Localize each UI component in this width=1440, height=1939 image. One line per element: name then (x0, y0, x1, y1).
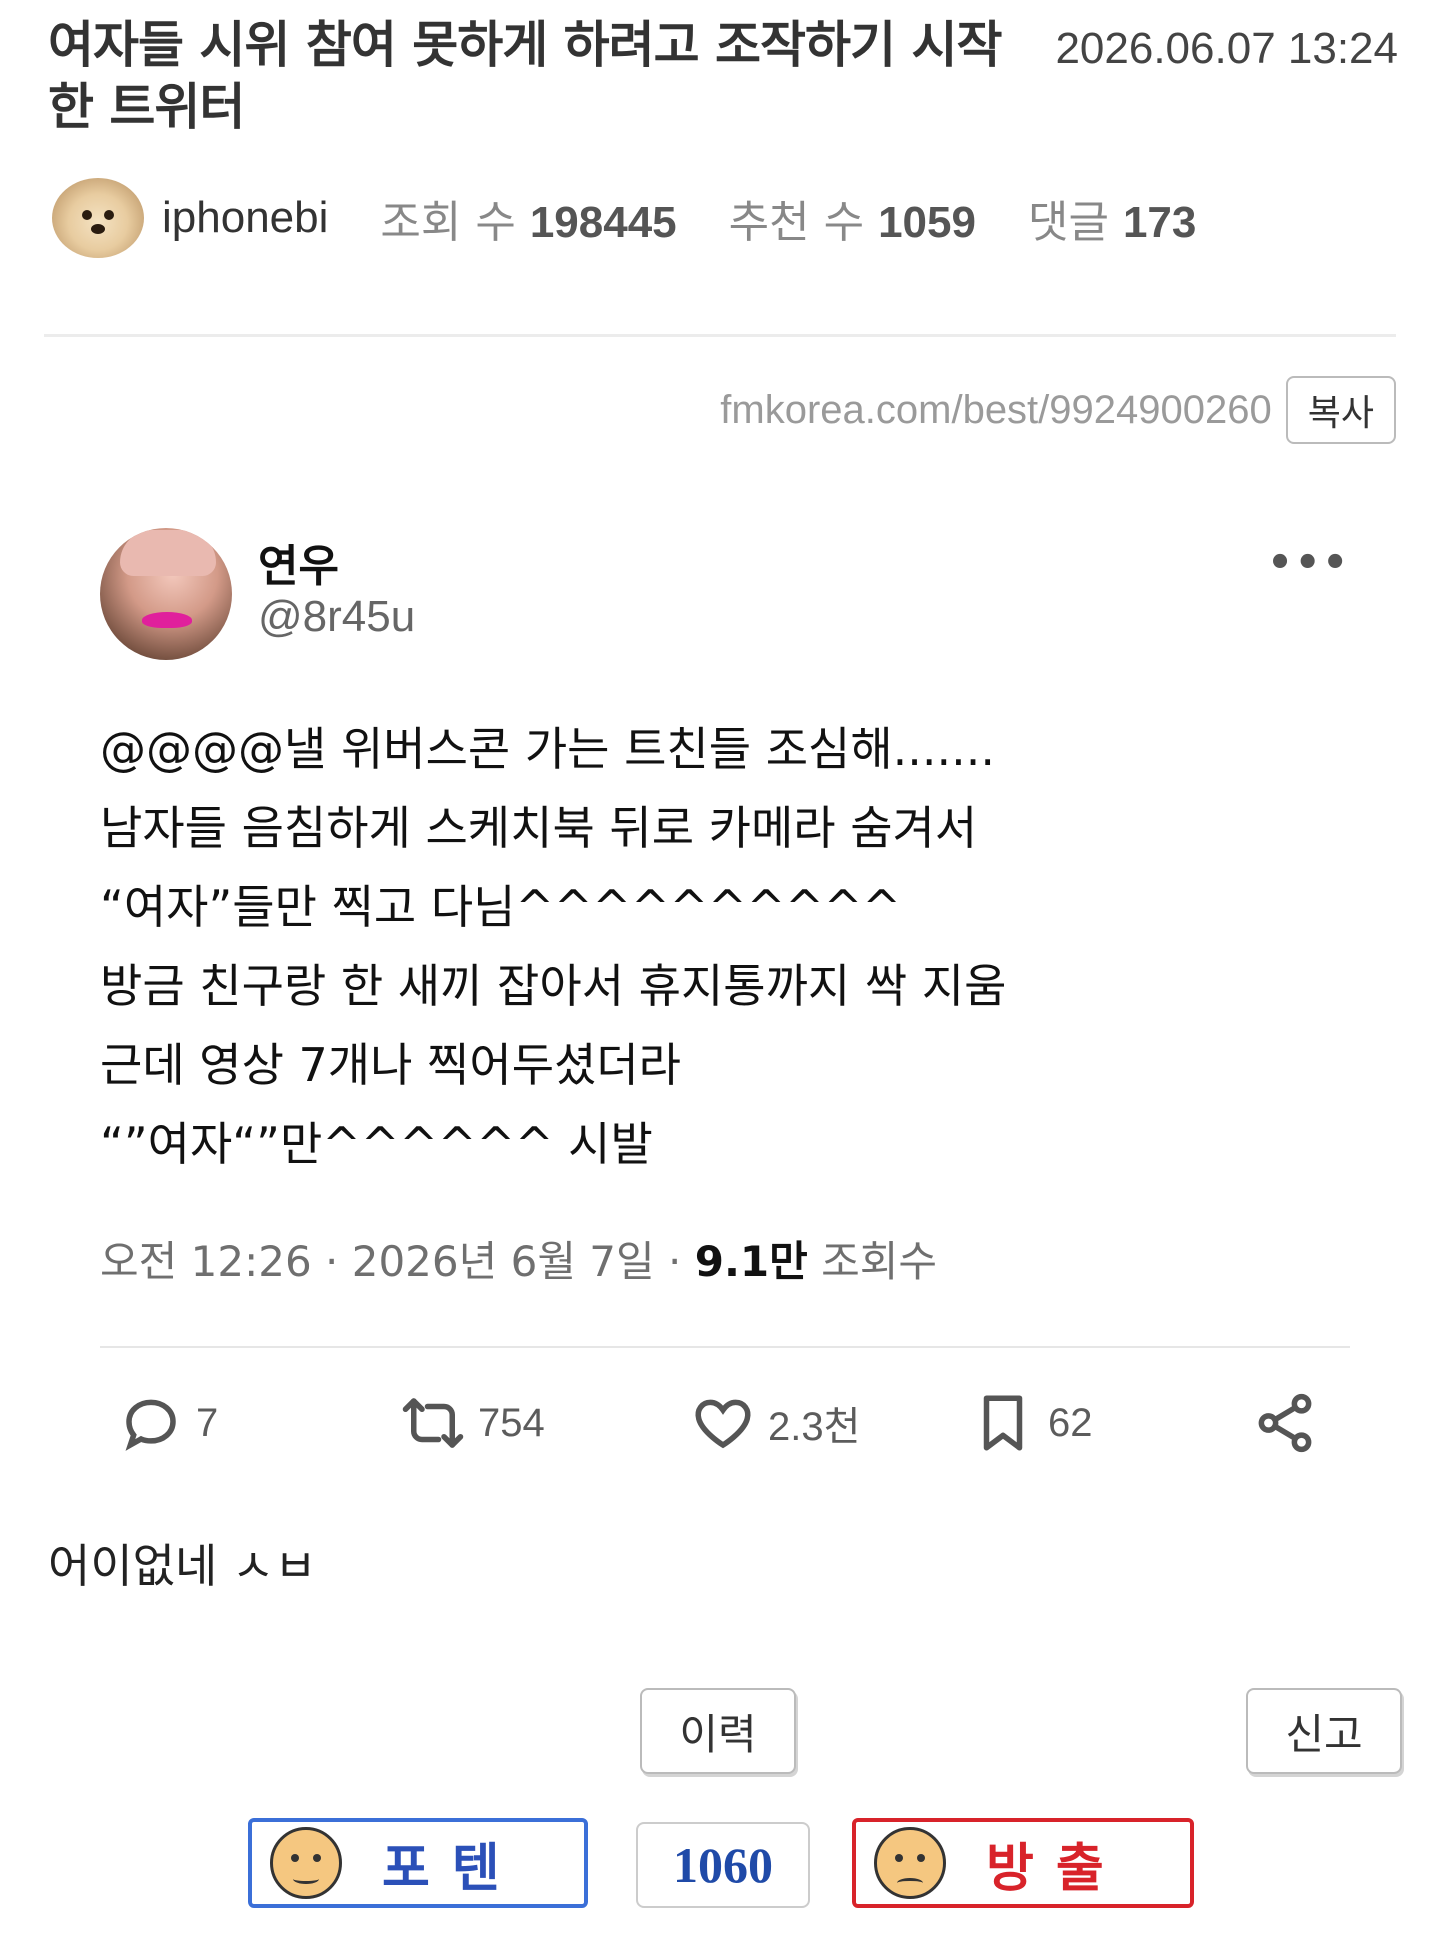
retweet-icon (402, 1398, 464, 1448)
tweet-divider (100, 1346, 1350, 1348)
upvote-count: 1060 (636, 1822, 810, 1908)
post-datetime: 2026.06.07 13:24 (1055, 24, 1398, 73)
upvote-button[interactable]: 포텐 (248, 1818, 588, 1908)
post-header: 여자들 시위 참여 못하게 하려고 조작하기 시작한 트위터 2026.06.0… (48, 14, 1398, 138)
post-meta: iphonebi 조회 수 198445 추천 수 1059 댓글 173 (52, 178, 1248, 258)
tweet-view-count: 9.1만 (694, 1237, 808, 1286)
more-icon[interactable]: ••• (1267, 540, 1350, 586)
share-icon (1258, 1393, 1312, 1453)
reply-icon (125, 1399, 176, 1451)
tweet-line: @@@@낼 위버스콘 가는 트친들 조심해....... (100, 722, 996, 776)
downvote-button[interactable]: 방출 (852, 1818, 1194, 1908)
tweet-text: @@@@낼 위버스콘 가는 트친들 조심해....... 남자들 음침하게 스케… (100, 710, 1300, 1184)
tweet-timestamp: 오전 12:26 · 2026년 6월 7일 · 9.1만 조회수 (100, 1237, 938, 1286)
history-button[interactable]: 이력 (640, 1688, 796, 1774)
reply-button[interactable]: 7 (118, 1390, 218, 1456)
share-url-row: fmkorea.com/best/9924900260 복사 (720, 376, 1396, 444)
bookmark-icon (983, 1395, 1023, 1451)
tweet-avatar[interactable] (100, 528, 232, 660)
like-button[interactable]: 2.3천 (690, 1390, 860, 1456)
tweet-line: “”여자“”만^^^^^^ 시발 (100, 1117, 653, 1171)
bookmark-button[interactable]: 62 (970, 1390, 1093, 1456)
retweet-button[interactable]: 754 (400, 1390, 545, 1456)
copy-url-button[interactable]: 복사 (1285, 376, 1396, 444)
tweet-line: “여자”들만 찍고 다님^^^^^^^^^^ (100, 880, 901, 934)
post-body-comment: 어이없네 ㅅㅂ (48, 1539, 317, 1593)
author-avatar[interactable] (52, 178, 144, 258)
tweet-actions: 7 754 2.3천 62 (100, 1390, 1350, 1470)
header-divider (44, 334, 1396, 337)
post-title: 여자들 시위 참여 못하게 하려고 조작하기 시작한 트위터 (48, 16, 1002, 136)
comment-count[interactable]: 댓글 173 (1028, 186, 1196, 250)
share-button[interactable] (1252, 1390, 1330, 1456)
report-button[interactable]: 신고 (1246, 1688, 1402, 1774)
heart-icon (695, 1399, 751, 1449)
thumbs-up-face-icon (270, 1827, 342, 1899)
thumbs-down-face-icon (874, 1827, 946, 1899)
post-url[interactable]: fmkorea.com/best/9924900260 (720, 388, 1271, 433)
tweet-line: 근데 영상 7개나 찍어두셨더라 (100, 1038, 681, 1092)
tweet-handle[interactable]: @8r45u (258, 592, 415, 642)
view-count: 조회 수 198445 (380, 197, 677, 248)
tweet-line: 방금 친구랑 한 새끼 잡아서 휴지통까지 싹 지움 (100, 959, 1007, 1013)
tweet-line: 남자들 음침하게 스케치북 뒤로 카메라 숨겨서 (100, 801, 978, 855)
recommend-count: 추천 수 1059 (728, 197, 976, 248)
author-name[interactable]: iphonebi (162, 193, 328, 243)
tweet-display-name[interactable]: 연우 (258, 530, 339, 594)
